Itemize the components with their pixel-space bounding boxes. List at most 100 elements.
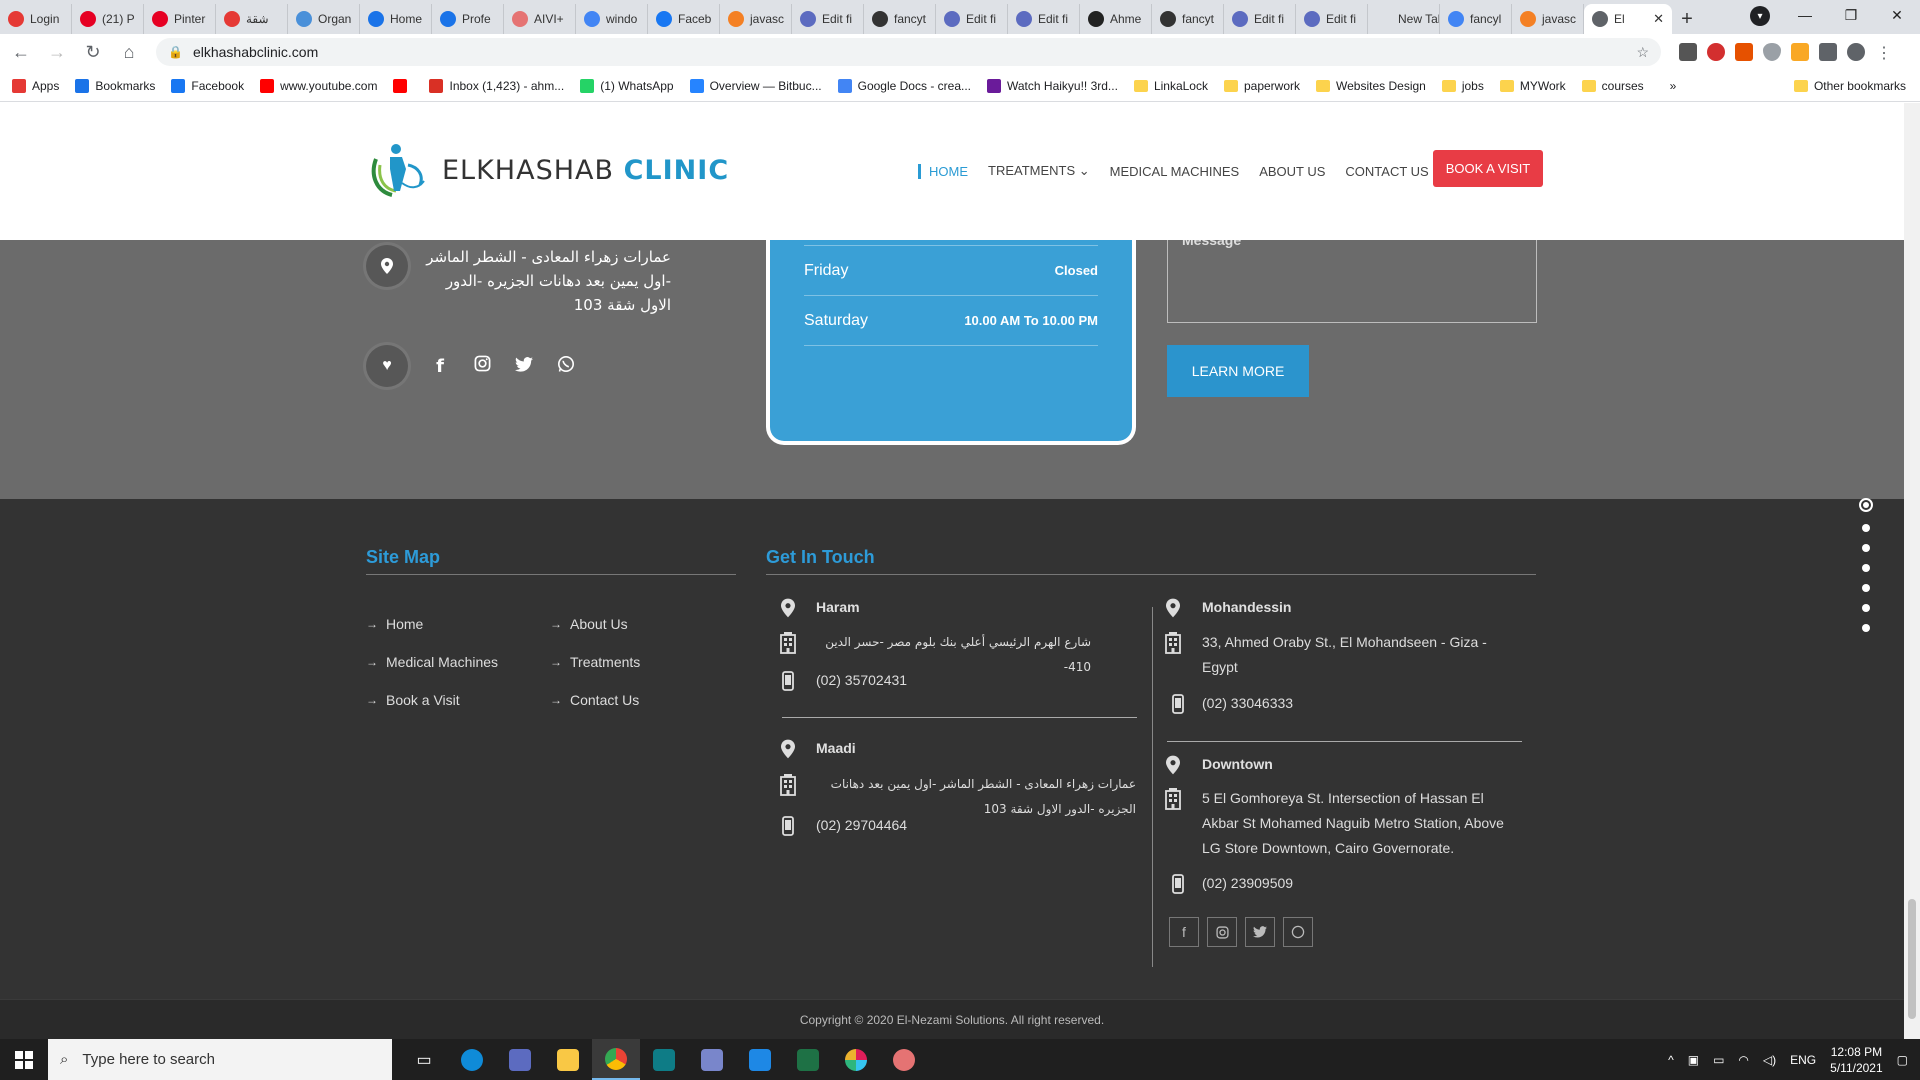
tab-search-icon[interactable]: ▾ bbox=[1750, 6, 1770, 26]
clinic-logo[interactable]: ELKHASHAB CLINIC bbox=[366, 139, 729, 201]
reload-icon[interactable]: ↻ bbox=[78, 37, 108, 67]
browser-tab[interactable]: Edit fi bbox=[1296, 4, 1368, 34]
instagram-icon[interactable] bbox=[472, 355, 492, 377]
footer-instagram-icon[interactable] bbox=[1207, 917, 1237, 947]
browser-tab[interactable]: Edit fi bbox=[792, 4, 864, 34]
nav-contact-us[interactable]: CONTACT US bbox=[1345, 164, 1428, 179]
bookmark-folder[interactable]: MYWork bbox=[1499, 79, 1566, 93]
minimize-button[interactable]: — bbox=[1782, 0, 1828, 30]
bookmark-item[interactable]: Watch Haikyu!! 3rd... bbox=[987, 78, 1118, 93]
bookmark-item[interactable]: Inbox (1,423) - ahm... bbox=[429, 78, 564, 93]
volume-icon[interactable]: ◁) bbox=[1763, 1053, 1776, 1067]
bookmarks-overflow-button[interactable]: » bbox=[1670, 79, 1677, 93]
bookmark-folder[interactable]: courses bbox=[1581, 79, 1644, 93]
browser-tab[interactable]: Login bbox=[0, 4, 72, 34]
footer-link-treatments[interactable]: → Treatments bbox=[550, 654, 640, 670]
browser-tab[interactable]: Home bbox=[360, 4, 432, 34]
facebook-icon[interactable]: f bbox=[430, 356, 450, 377]
browser-tab[interactable]: Organ bbox=[288, 4, 360, 34]
slack-icon[interactable] bbox=[832, 1039, 880, 1080]
location-phone-mohandessin[interactable]: (02) 33046333 bbox=[1202, 695, 1293, 711]
section-dot[interactable] bbox=[1862, 624, 1870, 632]
excel-icon[interactable] bbox=[784, 1039, 832, 1080]
forward-icon[interactable]: → bbox=[42, 37, 72, 67]
bookmark-star-icon[interactable]: ☆ bbox=[1636, 44, 1649, 61]
section-dot[interactable] bbox=[1862, 524, 1870, 532]
extension-off-icon[interactable] bbox=[1735, 43, 1753, 61]
bookmark-folder[interactable]: jobs bbox=[1441, 79, 1484, 93]
bookmark-item[interactable]: www.youtube.com bbox=[260, 78, 377, 93]
browser-tab[interactable]: windo bbox=[576, 4, 648, 34]
bookmark-folder[interactable]: paperwork bbox=[1223, 79, 1300, 93]
browser-tab[interactable]: fancyt bbox=[864, 4, 936, 34]
bookmark-item[interactable] bbox=[393, 78, 413, 93]
new-tab-button[interactable]: + bbox=[1672, 4, 1702, 34]
puzzle-icon[interactable] bbox=[1819, 43, 1837, 61]
bookmark-folder[interactable]: LinkaLock bbox=[1133, 79, 1208, 93]
paint-icon[interactable] bbox=[880, 1039, 928, 1080]
close-window-button[interactable]: ✕ bbox=[1874, 0, 1920, 30]
wifi-icon[interactable]: ◠ bbox=[1738, 1053, 1748, 1067]
browser-tab[interactable]: fancyt bbox=[1152, 4, 1224, 34]
lock-icon[interactable]: 🔒 bbox=[168, 45, 183, 59]
nav-about-us[interactable]: ABOUT US bbox=[1259, 164, 1325, 179]
task-view-icon[interactable]: ▭ bbox=[400, 1039, 448, 1080]
close-tab-icon[interactable]: ✕ bbox=[1653, 11, 1664, 27]
store-icon[interactable] bbox=[496, 1039, 544, 1080]
taskbar-search-input[interactable]: ⌕ Type here to search bbox=[48, 1039, 392, 1080]
footer-link-book-visit[interactable]: → Book a Visit bbox=[366, 692, 460, 708]
browser-tab[interactable]: Ahme bbox=[1080, 4, 1152, 34]
scrollbar-thumb[interactable] bbox=[1908, 899, 1916, 1019]
browser-tab[interactable]: AIVI+ bbox=[504, 4, 576, 34]
network-tool-icon[interactable] bbox=[688, 1039, 736, 1080]
location-phone-haram[interactable]: (02) 35702431 bbox=[816, 672, 907, 688]
edge-icon[interactable] bbox=[448, 1039, 496, 1080]
other-bookmarks[interactable]: Other bookmarks bbox=[1793, 79, 1906, 93]
section-dot[interactable] bbox=[1862, 584, 1870, 592]
page-scrollbar[interactable] bbox=[1904, 103, 1920, 1039]
footer-twitter-icon[interactable] bbox=[1245, 917, 1275, 947]
notification-icon[interactable]: ▢ bbox=[1897, 1053, 1908, 1067]
section-dot[interactable] bbox=[1862, 564, 1870, 572]
footer-link-about[interactable]: → About Us bbox=[550, 616, 628, 632]
device-icon[interactable]: ▣ bbox=[1688, 1053, 1699, 1067]
browser-tab[interactable]: (21) P bbox=[72, 4, 144, 34]
browser-tab[interactable]: javasc bbox=[1512, 4, 1584, 34]
twitter-icon[interactable] bbox=[514, 356, 534, 377]
section-dot[interactable] bbox=[1862, 604, 1870, 612]
browser-tab[interactable]: Edit fi bbox=[936, 4, 1008, 34]
chrome-icon[interactable] bbox=[592, 1039, 640, 1080]
bookmark-item[interactable]: Bookmarks bbox=[75, 78, 155, 93]
adblock-icon[interactable] bbox=[1707, 43, 1725, 61]
bookmark-item[interactable]: Apps bbox=[12, 78, 59, 93]
browser-tab[interactable]: Edit fi bbox=[1008, 4, 1080, 34]
nav-treatments[interactable]: TREATMENTS ⌄ bbox=[988, 163, 1090, 179]
back-icon[interactable]: ← bbox=[6, 37, 36, 67]
bookmark-item[interactable]: (1) WhatsApp bbox=[580, 78, 674, 93]
extension-tool-icon[interactable] bbox=[1791, 43, 1809, 61]
learn-more-button[interactable]: LEARN MORE bbox=[1167, 345, 1309, 397]
shield-icon[interactable] bbox=[1763, 43, 1781, 61]
browser-tab[interactable]: Faceb bbox=[648, 4, 720, 34]
footer-whatsapp-icon[interactable] bbox=[1283, 917, 1313, 947]
browser-tab[interactable]: Pinter bbox=[144, 4, 216, 34]
nav-medical-machines[interactable]: MEDICAL MACHINES bbox=[1110, 164, 1240, 179]
browser-tab[interactable]: javasc bbox=[720, 4, 792, 34]
section-dot[interactable] bbox=[1862, 544, 1870, 552]
menu-dots-icon[interactable]: ⋮ bbox=[1875, 43, 1893, 62]
browser-tab-active[interactable]: El ✕ bbox=[1584, 4, 1672, 34]
editor-icon[interactable] bbox=[640, 1039, 688, 1080]
whatsapp-icon[interactable] bbox=[556, 355, 576, 378]
footer-link-medical-machines[interactable]: → Medical Machines bbox=[366, 654, 498, 670]
browser-tab[interactable]: New Tab bbox=[1368, 4, 1440, 34]
book-visit-button[interactable]: BOOK A VISIT bbox=[1433, 150, 1543, 187]
browser-tab[interactable]: شقة bbox=[216, 4, 288, 34]
location-phone-downtown[interactable]: (02) 23909509 bbox=[1202, 875, 1293, 891]
language-indicator[interactable]: ENG bbox=[1790, 1053, 1816, 1067]
extension-pen-icon[interactable] bbox=[1679, 43, 1697, 61]
address-bar[interactable]: 🔒 elkhashabclinic.com ☆ bbox=[156, 38, 1661, 66]
battery-icon[interactable]: ▭ bbox=[1713, 1053, 1724, 1067]
vscode-icon[interactable] bbox=[736, 1039, 784, 1080]
footer-link-contact[interactable]: → Contact Us bbox=[550, 692, 639, 708]
bookmark-item[interactable]: Facebook bbox=[171, 78, 244, 93]
